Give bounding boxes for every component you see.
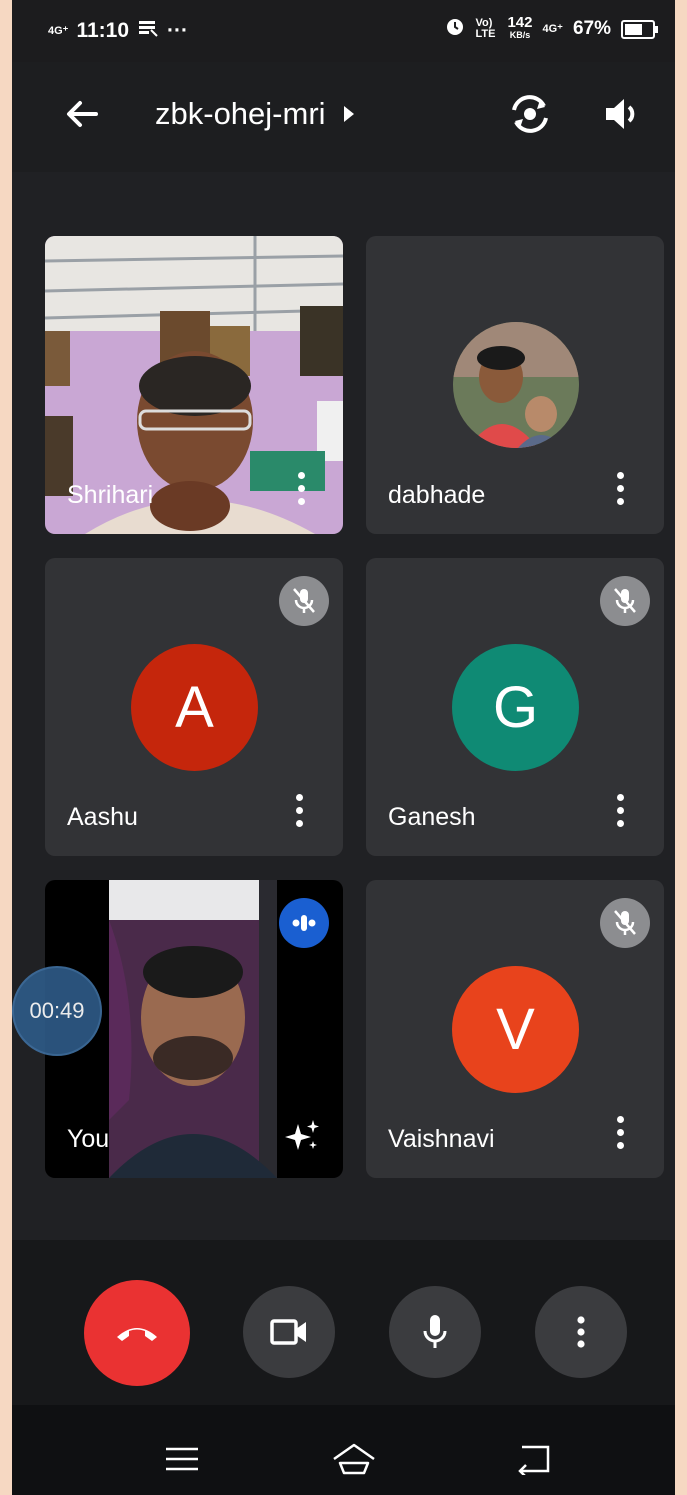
participant-name: Vaishnavi	[388, 1125, 495, 1153]
self-video	[109, 880, 277, 1178]
home-icon	[333, 1443, 375, 1475]
recents-button[interactable]	[164, 1445, 200, 1473]
avatar-initial: V	[496, 997, 535, 1062]
more-notifications-icon: ···	[167, 19, 189, 42]
phone-screen: 4G⁺ 11:10 ··· Vo) LTE 142 KB/s 4G⁺ 67% z…	[12, 0, 675, 1495]
participant-name: Aashu	[67, 803, 138, 831]
speaking-indicator-icon	[279, 898, 329, 948]
participant-tile-aashu[interactable]: A Aashu	[45, 558, 343, 856]
call-timer-bubble[interactable]: 00:49	[12, 966, 102, 1056]
end-call-button[interactable]	[84, 1280, 190, 1386]
mic-off-icon	[600, 576, 650, 626]
status-right: Vo) LTE 142 KB/s 4G⁺ 67%	[445, 14, 658, 42]
caret-right-icon	[343, 106, 354, 122]
camera-icon	[270, 1319, 306, 1345]
network-type: 4G⁺	[542, 22, 563, 35]
status-bar: 4G⁺ 11:10 ··· Vo) LTE 142 KB/s 4G⁺ 67%	[12, 0, 675, 62]
meeting-code: zbk-ohej-mri	[155, 96, 326, 131]
more-options-button[interactable]	[293, 794, 305, 828]
participant-tile-shrihari[interactable]: Shrihari	[45, 236, 343, 534]
net-speed-unit: KB/s	[509, 30, 531, 40]
battery-icon	[621, 19, 658, 39]
speaker-icon	[606, 99, 635, 129]
mic-off-icon	[600, 898, 650, 948]
menu-icon	[166, 1447, 198, 1471]
alarm-icon	[445, 16, 465, 42]
back-nav-button[interactable]	[514, 1443, 554, 1478]
more-options-button[interactable]	[295, 472, 307, 506]
net-speed: 142 KB/s	[507, 14, 533, 42]
camera-button[interactable]	[243, 1286, 335, 1378]
participant-name: Shrihari	[67, 481, 154, 509]
participant-tile-vaishnavi[interactable]: V Vaishnavi	[366, 880, 664, 1178]
more-options-button[interactable]	[614, 1116, 626, 1150]
back-nav-icon	[518, 1445, 550, 1478]
participant-tile-ganesh[interactable]: G Ganesh	[366, 558, 664, 856]
signal-icon: 4G⁺	[48, 24, 69, 37]
call-header: zbk-ohej-mri	[12, 62, 675, 172]
avatar-initial: A	[175, 675, 214, 740]
avatar	[453, 322, 579, 448]
battery-percent: 67%	[572, 18, 611, 39]
more-options-button[interactable]	[535, 1286, 627, 1378]
microphone-button[interactable]	[389, 1286, 481, 1378]
call-controls	[12, 1240, 675, 1405]
effects-button[interactable]	[283, 1116, 323, 1156]
avatar: V	[452, 966, 579, 1093]
hang-up-icon	[117, 1328, 157, 1341]
sparkle-icon	[285, 1120, 319, 1150]
participant-name: dabhade	[388, 481, 486, 509]
call-timer: 00:49	[29, 998, 85, 1023]
participant-tile-dabhade[interactable]: dabhade	[366, 236, 664, 534]
status-left: 4G⁺ 11:10 ···	[48, 18, 188, 44]
home-button[interactable]	[330, 1441, 378, 1477]
avatar: G	[452, 644, 579, 771]
meeting-code-button[interactable]: zbk-ohej-mri	[155, 96, 354, 132]
switch-camera-button[interactable]	[506, 90, 554, 138]
back-button[interactable]	[60, 92, 104, 136]
data-saver-icon	[137, 18, 159, 44]
participant-name: You	[67, 1125, 110, 1153]
more-vert-icon	[577, 1316, 585, 1348]
microphone-icon	[423, 1315, 447, 1348]
more-options-button[interactable]	[614, 794, 626, 828]
switch-camera-icon	[512, 95, 548, 133]
battery-fill	[625, 23, 642, 35]
system-nav-bar	[12, 1405, 675, 1495]
mic-off-icon	[279, 576, 329, 626]
clock: 11:10	[76, 19, 130, 42]
arrow-left-icon	[67, 101, 98, 127]
avatar-initial: G	[492, 675, 539, 740]
more-options-button[interactable]	[614, 472, 626, 506]
avatar: A	[131, 644, 258, 771]
participant-name: Ganesh	[388, 803, 476, 831]
speaker-button[interactable]	[600, 92, 644, 136]
volte-icon: Vo) LTE	[475, 17, 496, 40]
net-speed-value: 142	[507, 14, 533, 31]
